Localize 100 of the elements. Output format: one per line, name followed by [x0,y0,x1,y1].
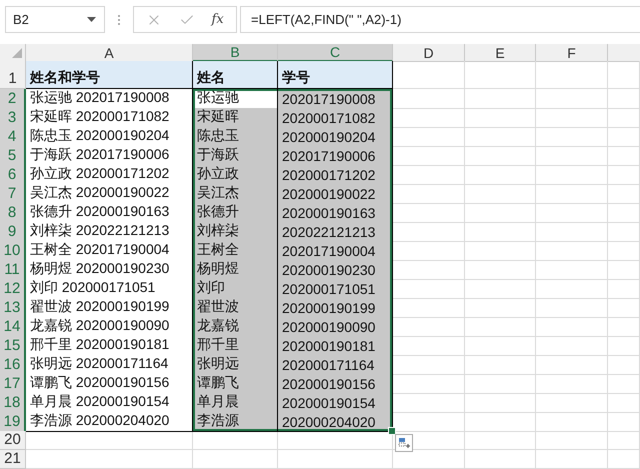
formula-field[interactable]: =LEFT(A2,FIND(" ",A2)-1) [240,6,640,33]
table-cell[interactable]: 吴江杰 [193,184,278,204]
empty-cell[interactable] [465,89,536,109]
table-cell[interactable]: 202000190204 [278,127,393,147]
row-header[interactable]: 21 [0,450,26,469]
empty-cell[interactable] [536,222,608,242]
row-header[interactable]: 11 [0,260,26,280]
empty-cell[interactable] [465,108,536,128]
table-cell[interactable]: 邢千里 202000190181 [26,336,193,356]
table-cell[interactable]: 张运驰 [193,89,278,109]
empty-cell[interactable] [536,431,608,450]
empty-cell[interactable] [536,203,608,223]
empty-cell[interactable] [465,222,536,242]
empty-cell[interactable] [608,260,640,280]
empty-cell[interactable] [193,450,278,469]
table-cell[interactable]: 202000171051 [278,279,393,299]
row-header[interactable]: 2 [0,89,26,109]
table-cell[interactable]: 张明远 202000171164 [26,355,193,375]
table-cell[interactable]: 谭鹏飞 202000190156 [26,374,193,394]
row-header[interactable]: 13 [0,298,26,318]
empty-cell[interactable] [608,374,640,394]
table-cell[interactable]: 张德升 202000190163 [26,203,193,223]
quick-analysis-icon[interactable] [395,434,413,452]
empty-cell[interactable] [465,165,536,185]
table-cell[interactable]: 刘印 202000171051 [26,279,193,299]
table-cell[interactable]: 202000190230 [278,260,393,280]
empty-cell[interactable] [536,184,608,204]
table-cell[interactable]: 刘梓柒 [193,222,278,242]
empty-cell[interactable] [608,108,640,128]
empty-cell[interactable] [536,298,608,318]
empty-cell[interactable] [608,450,640,469]
row-header[interactable]: 16 [0,355,26,375]
empty-cell[interactable] [608,431,640,450]
table-cell[interactable]: 陈忠玉 [193,127,278,147]
empty-cell[interactable] [393,431,465,450]
empty-cell[interactable] [465,279,536,299]
empty-cell[interactable] [536,260,608,280]
table-cell[interactable]: 杨明煜 202000190230 [26,260,193,280]
row-header[interactable]: 12 [0,279,26,299]
table-cell[interactable]: 202000190181 [278,336,393,356]
insert-function-button[interactable]: fx [210,12,226,27]
empty-cell[interactable] [465,374,536,394]
table-cell[interactable]: 孙立政 [193,165,278,185]
empty-cell[interactable] [608,393,640,413]
empty-cell[interactable] [536,146,608,166]
empty-cell[interactable] [536,279,608,299]
table-cell[interactable]: 李浩源 202000204020 [26,412,193,432]
empty-cell[interactable] [536,317,608,337]
empty-cell[interactable] [608,89,640,109]
empty-cell[interactable] [536,336,608,356]
table-cell[interactable]: 202017190008 [278,89,393,109]
table-cell[interactable]: 杨明煜 [193,260,278,280]
select-all-icon[interactable] [12,48,22,58]
row-header[interactable]: 6 [0,165,26,185]
table-cell[interactable]: 202017190004 [278,241,393,261]
table-cell[interactable]: 张明远 [193,355,278,375]
empty-cell[interactable] [536,127,608,147]
column-header[interactable]: C [278,44,393,62]
empty-cell[interactable] [278,450,393,469]
column-header[interactable] [608,44,640,62]
empty-cell[interactable] [536,393,608,413]
empty-cell[interactable] [393,450,465,469]
name-box[interactable]: B2 [5,6,105,33]
table-cell[interactable]: 202022121213 [278,222,393,242]
empty-cell[interactable] [536,355,608,375]
column-header[interactable]: A [26,44,193,62]
empty-cell[interactable] [465,317,536,337]
table-cell[interactable]: 202000190154 [278,393,393,413]
table-cell[interactable]: 龙嘉锐 [193,317,278,337]
empty-cell[interactable] [465,336,536,356]
empty-cell[interactable] [193,431,278,450]
row-header[interactable]: 4 [0,127,26,147]
empty-cell[interactable] [608,146,640,166]
table-cell[interactable]: 王树全 202017190004 [26,241,193,261]
table-cell[interactable]: 于海跃 202017190006 [26,146,193,166]
table-cell[interactable]: 龙嘉锐 202000190090 [26,317,193,337]
empty-cell[interactable] [608,203,640,223]
empty-cell[interactable] [536,165,608,185]
table-cell[interactable]: 邢千里 [193,336,278,356]
empty-cell[interactable] [465,203,536,223]
empty-cell[interactable] [465,241,536,261]
table-cell[interactable]: 刘梓柒 202022121213 [26,222,193,242]
table-cell[interactable]: 李浩源 [193,412,278,432]
row-header[interactable]: 18 [0,393,26,413]
row-header[interactable]: 17 [0,374,26,394]
table-cell[interactable]: 于海跃 [193,146,278,166]
row-header[interactable]: 9 [0,222,26,242]
empty-cell[interactable] [608,184,640,204]
row-header[interactable]: 15 [0,336,26,356]
empty-cell[interactable] [536,241,608,261]
table-cell[interactable]: 202017190006 [278,146,393,166]
row-header[interactable]: 5 [0,146,26,166]
empty-cell[interactable] [465,393,536,413]
empty-cell[interactable] [536,61,608,89]
column-header[interactable]: F [536,44,608,62]
empty-cell[interactable] [536,374,608,394]
table-cell[interactable]: 学号 [278,61,393,89]
row-header[interactable]: 1 [0,61,26,89]
empty-cell[interactable] [465,260,536,280]
empty-cell[interactable] [465,450,536,469]
